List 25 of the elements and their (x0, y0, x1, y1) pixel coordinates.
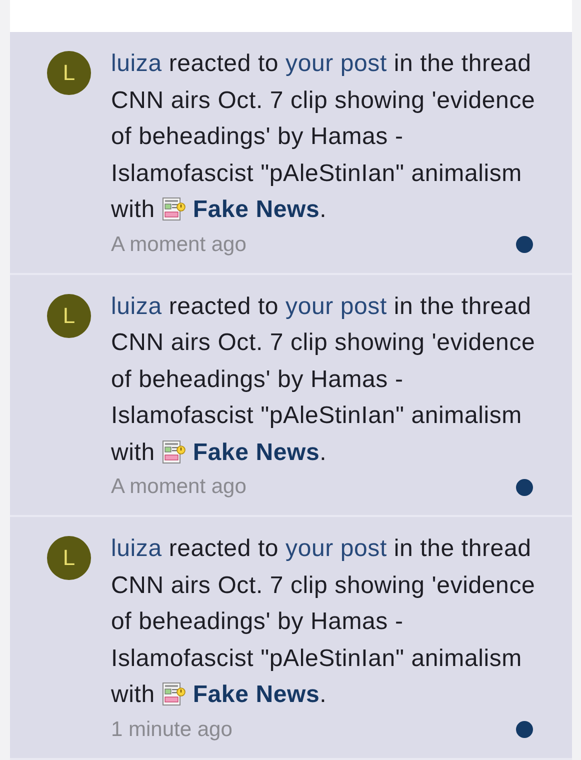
user-link[interactable]: luiza (111, 50, 162, 77)
timestamp: A moment ago (111, 474, 246, 500)
user-link[interactable]: luiza (111, 292, 162, 320)
post-link[interactable]: your post (286, 292, 387, 320)
reaction-name: Fake News (192, 681, 320, 708)
avatar[interactable]: L (47, 294, 91, 338)
unread-dot[interactable] (516, 478, 533, 496)
timestamp: 1 minute ago (111, 716, 232, 742)
unread-dot[interactable] (516, 721, 533, 738)
timestamp: A moment ago (111, 232, 246, 258)
post-link[interactable]: your post (286, 535, 387, 562)
newspaper-icon (162, 682, 186, 706)
newspaper-icon (162, 197, 186, 221)
unread-dot[interactable] (516, 236, 533, 253)
reaction-name: Fake News (192, 438, 320, 466)
notification-text: luiza reacted to your post in the thread CNN airs Oct. 7 clip showing 'evidence of beheadings' by Hamas - Islamofascist "pAleStinIan" animalism with Fake News. (111, 292, 536, 468)
avatar[interactable]: L (47, 51, 91, 95)
notification-text: luiza reacted to your post in the thread CNN airs Oct. 7 clip showing 'evidence of beheadings' by Hamas - Islamofascist "pAleStinIan" animalism with Fake News. (111, 534, 536, 710)
newspaper-icon (162, 440, 186, 464)
notification-text: luiza reacted to your post in the thread CNN airs Oct. 7 clip showing 'evidence of beheadings' by Hamas - Islamofascist "pAleStinIan" animalism with Fake News. (111, 49, 536, 225)
reaction-name: Fake News (192, 196, 320, 223)
notification-item[interactable]: L luiza reacted to your post in the thread CNN airs Oct. 7 clip showing 'evidence of beheadings' by Hamas - Islamofascist "pAleStinIan" animalism with Fake News. A moment ago (10, 274, 572, 517)
post-link[interactable]: your post (286, 50, 387, 77)
user-link[interactable]: luiza (111, 535, 162, 562)
avatar[interactable]: L (47, 536, 91, 580)
